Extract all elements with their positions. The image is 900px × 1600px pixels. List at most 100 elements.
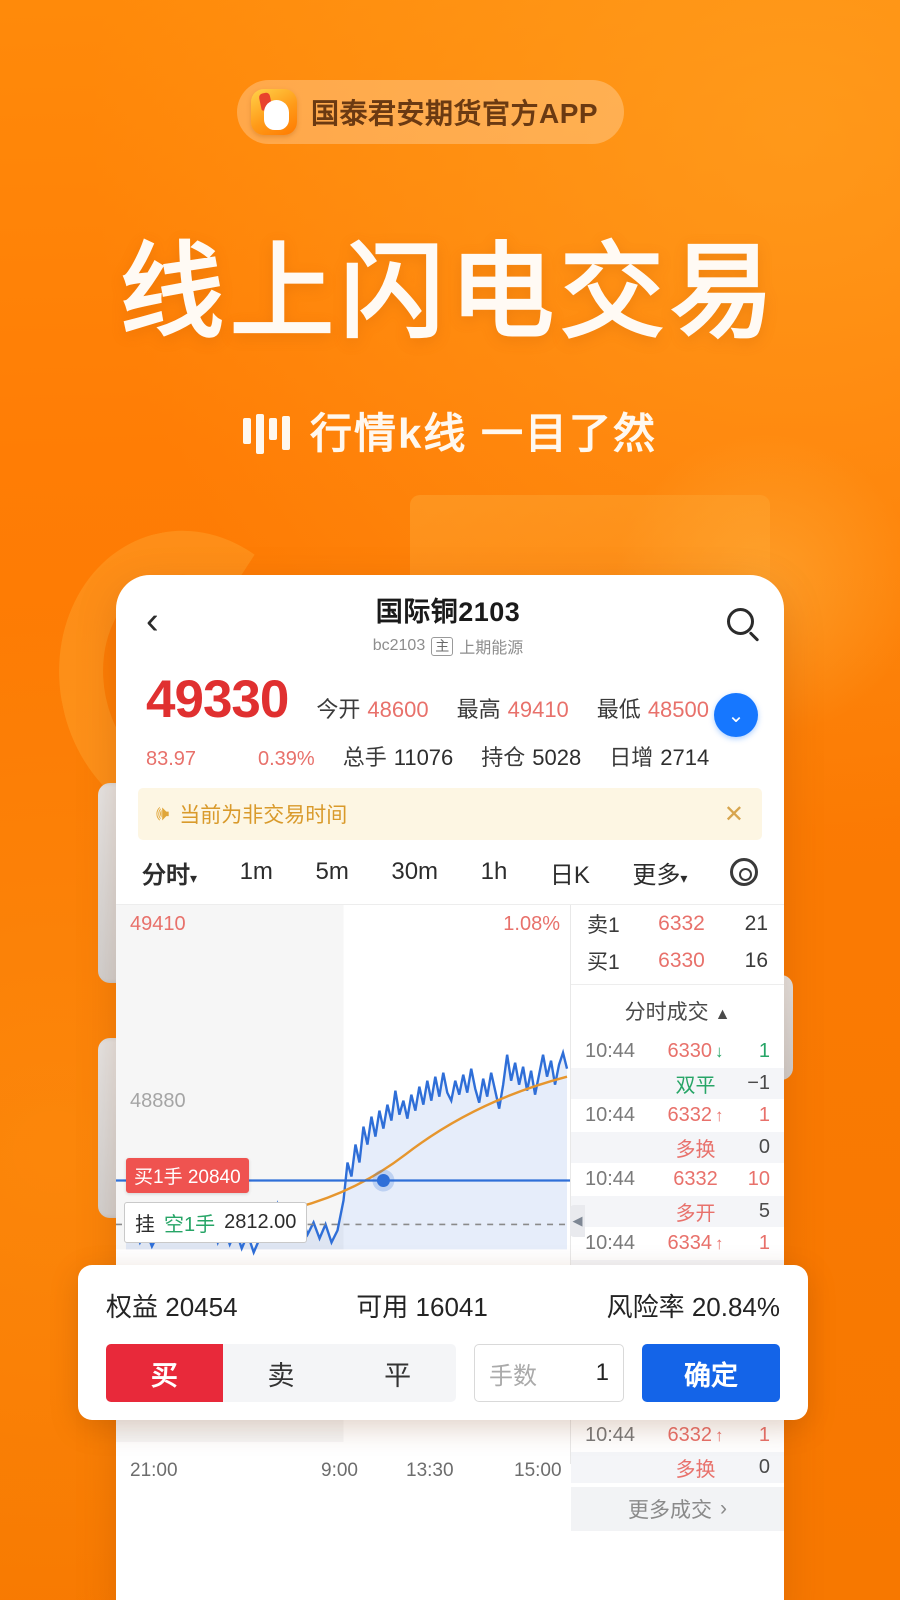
trade-price: 6332 bbox=[673, 1168, 718, 1190]
speaker-icon: 🕪 bbox=[156, 802, 170, 825]
tab-1m[interactable]: 1m bbox=[240, 858, 273, 886]
chevron-down-icon: ▾ bbox=[680, 869, 688, 886]
pending-order-tag[interactable]: 挂 空1手 2812.00 bbox=[124, 1202, 308, 1243]
page-subtitle: 行情k线 一目了然 bbox=[309, 410, 658, 457]
bid1-volume: 16 bbox=[744, 948, 768, 972]
available-value: 16041 bbox=[415, 1292, 488, 1322]
collapse-left-icon[interactable]: ◀ bbox=[570, 1205, 585, 1237]
trade-type: 双平 bbox=[675, 1075, 716, 1097]
lots-placeholder: 手数 bbox=[489, 1362, 537, 1390]
sort-arrow-icon: ▲ bbox=[714, 1006, 731, 1023]
book-level-bid1[interactable]: 买1 6330 16 bbox=[571, 942, 784, 979]
equity-value: 20454 bbox=[165, 1292, 238, 1322]
ask1-price: 6332 bbox=[658, 911, 705, 935]
tab-more[interactable]: 更多▾ bbox=[632, 855, 687, 890]
trade-volume: 1 bbox=[758, 1104, 770, 1126]
trade-time: 10:44 bbox=[585, 1424, 636, 1446]
trade-oi-delta: −1 bbox=[747, 1072, 770, 1094]
tab-5m[interactable]: 5m bbox=[315, 858, 348, 886]
table-row[interactable]: 10:44 6332 1 多换 0 bbox=[571, 1099, 784, 1163]
risk-label: 风险率 bbox=[606, 1292, 685, 1322]
position-tag[interactable]: 买1手 20840 bbox=[126, 1158, 249, 1193]
page-title: 国际铜2103 bbox=[375, 597, 521, 627]
quote-volume-value: 11076 bbox=[393, 745, 454, 770]
page-title: 线上闪电交易 bbox=[119, 235, 780, 351]
trade-line-main: 10:44 6332 1 bbox=[571, 1099, 784, 1132]
axis-time-1: 21:00 bbox=[130, 1460, 178, 1481]
quote-block: 49330 今开 48600 最高 49410 最低 48500 83.97 0.39… bbox=[116, 667, 784, 782]
kline-bars-icon bbox=[242, 408, 290, 454]
confirm-button[interactable]: 确定 bbox=[642, 1344, 780, 1402]
close-position-button[interactable]: 平 bbox=[339, 1344, 456, 1402]
trade-price: 6332 bbox=[659, 1104, 732, 1127]
gear-icon[interactable] bbox=[729, 858, 758, 886]
trade-type: 多换 bbox=[675, 1139, 716, 1161]
tab-more-label: 更多 bbox=[632, 861, 681, 889]
chevron-left-icon[interactable]: ‹ bbox=[146, 602, 186, 640]
axis-time-2: 9:00 bbox=[321, 1460, 358, 1481]
order-controls: 买 卖 平 手数 1 确定 bbox=[106, 1344, 780, 1402]
notice-text: 当前为非交易时间 bbox=[179, 804, 348, 827]
table-row[interactable]: 10:44 6330 1 双平 −1 bbox=[571, 1035, 784, 1099]
trade-line-type: 多换 0 bbox=[571, 1452, 784, 1483]
trades-header[interactable]: 分时成交 ▲ bbox=[571, 990, 784, 1035]
tab-fenshi[interactable]: 分时▾ bbox=[142, 855, 197, 890]
risk-value: 20.84% bbox=[691, 1292, 780, 1322]
trade-line-main: 10:44 6332 10 bbox=[571, 1163, 784, 1196]
page-subtitle-row: 行情k线 一目了然 bbox=[0, 400, 900, 461]
quote-openinterest: 持仓 5028 bbox=[481, 740, 581, 772]
tab-30m[interactable]: 30m bbox=[391, 858, 438, 886]
lots-input[interactable]: 手数 1 bbox=[474, 1344, 624, 1402]
quote-volume-label: 总手 bbox=[342, 745, 387, 770]
book-level-ask1[interactable]: 卖1 6332 21 bbox=[571, 905, 784, 942]
pending-order-prefix: 挂 bbox=[135, 1214, 155, 1236]
trade-oi-delta: 0 bbox=[758, 1456, 770, 1478]
quote-high: 最高 49410 bbox=[457, 692, 569, 724]
quote-row-2: 83.97 0.39% 总手 11076 持仓 5028 日增 2714 bbox=[146, 740, 754, 772]
table-row[interactable]: 10:44 6332 1 多换 0 bbox=[571, 1419, 784, 1483]
quote-low-label: 最低 bbox=[596, 697, 641, 722]
app-logo-icon bbox=[251, 89, 297, 135]
chevron-down-icon[interactable]: ⌄ bbox=[714, 693, 758, 737]
tab-1h[interactable]: 1h bbox=[481, 858, 508, 886]
instrument-meta: bc2103 主 上期能源 bbox=[186, 634, 710, 658]
trade-time: 10:44 bbox=[585, 1104, 636, 1126]
trade-time: 10:44 bbox=[585, 1040, 636, 1062]
table-row[interactable]: 10:44 6332 10 多开 5 bbox=[571, 1163, 784, 1227]
last-price: 49330 bbox=[146, 670, 289, 729]
trade-type: 多开 bbox=[675, 1203, 716, 1225]
quote-daily-increase: 日增 2714 bbox=[609, 740, 709, 772]
sell-button[interactable]: 卖 bbox=[223, 1344, 340, 1402]
quote-low: 最低 48500 bbox=[597, 692, 709, 724]
axis-time-3: 13:30 bbox=[406, 1460, 454, 1481]
available-label: 可用 bbox=[356, 1292, 409, 1322]
close-icon[interactable]: ✕ bbox=[724, 800, 744, 829]
trade-price: 6334 bbox=[659, 1232, 732, 1255]
risk-item: 风险率 20.84% bbox=[607, 1287, 780, 1324]
quote-oi-value: 5028 bbox=[532, 745, 582, 770]
more-trades-button[interactable]: 更多成交 › bbox=[571, 1487, 784, 1531]
tab-fenshi-label: 分时 bbox=[142, 861, 190, 889]
quote-open: 今开 48600 bbox=[316, 692, 428, 724]
pending-order-side: 空1手 bbox=[164, 1214, 216, 1236]
buy-button[interactable]: 买 bbox=[106, 1344, 223, 1402]
app-badge: 国泰君安期货官方APP bbox=[237, 80, 625, 144]
quote-open-value: 48600 bbox=[367, 697, 429, 722]
chevron-right-icon: › bbox=[720, 1497, 727, 1520]
equity-label: 权益 bbox=[106, 1292, 159, 1322]
search-icon bbox=[727, 607, 754, 635]
search-button[interactable] bbox=[710, 607, 754, 635]
notice-bar: 🕪 当前为非交易时间 ✕ bbox=[138, 788, 762, 840]
promo-page: 国泰君安期货官方APP 线上闪电交易 行情k线 一目了然 ‹ 国际铜2103 b… bbox=[0, 0, 900, 1600]
quote-volume: 总手 11076 bbox=[343, 740, 454, 772]
price-change-pct: 0.39% bbox=[258, 748, 315, 770]
tab-dayk[interactable]: 日K bbox=[550, 855, 590, 890]
nav-title-block: 国际铜2103 bc2103 主 上期能源 bbox=[186, 590, 710, 658]
pending-order-price: 2812.00 bbox=[224, 1211, 297, 1233]
phone-screen: ‹ 国际铜2103 bc2103 主 上期能源 49330 今开 48600 最… bbox=[116, 575, 784, 1600]
trade-volume: 10 bbox=[747, 1168, 770, 1190]
divider bbox=[571, 984, 784, 985]
app-nav-bar: ‹ 国际铜2103 bc2103 主 上期能源 bbox=[116, 575, 784, 667]
trade-line-main: 10:44 6330 1 bbox=[571, 1035, 784, 1068]
quote-open-label: 今开 bbox=[316, 697, 361, 722]
